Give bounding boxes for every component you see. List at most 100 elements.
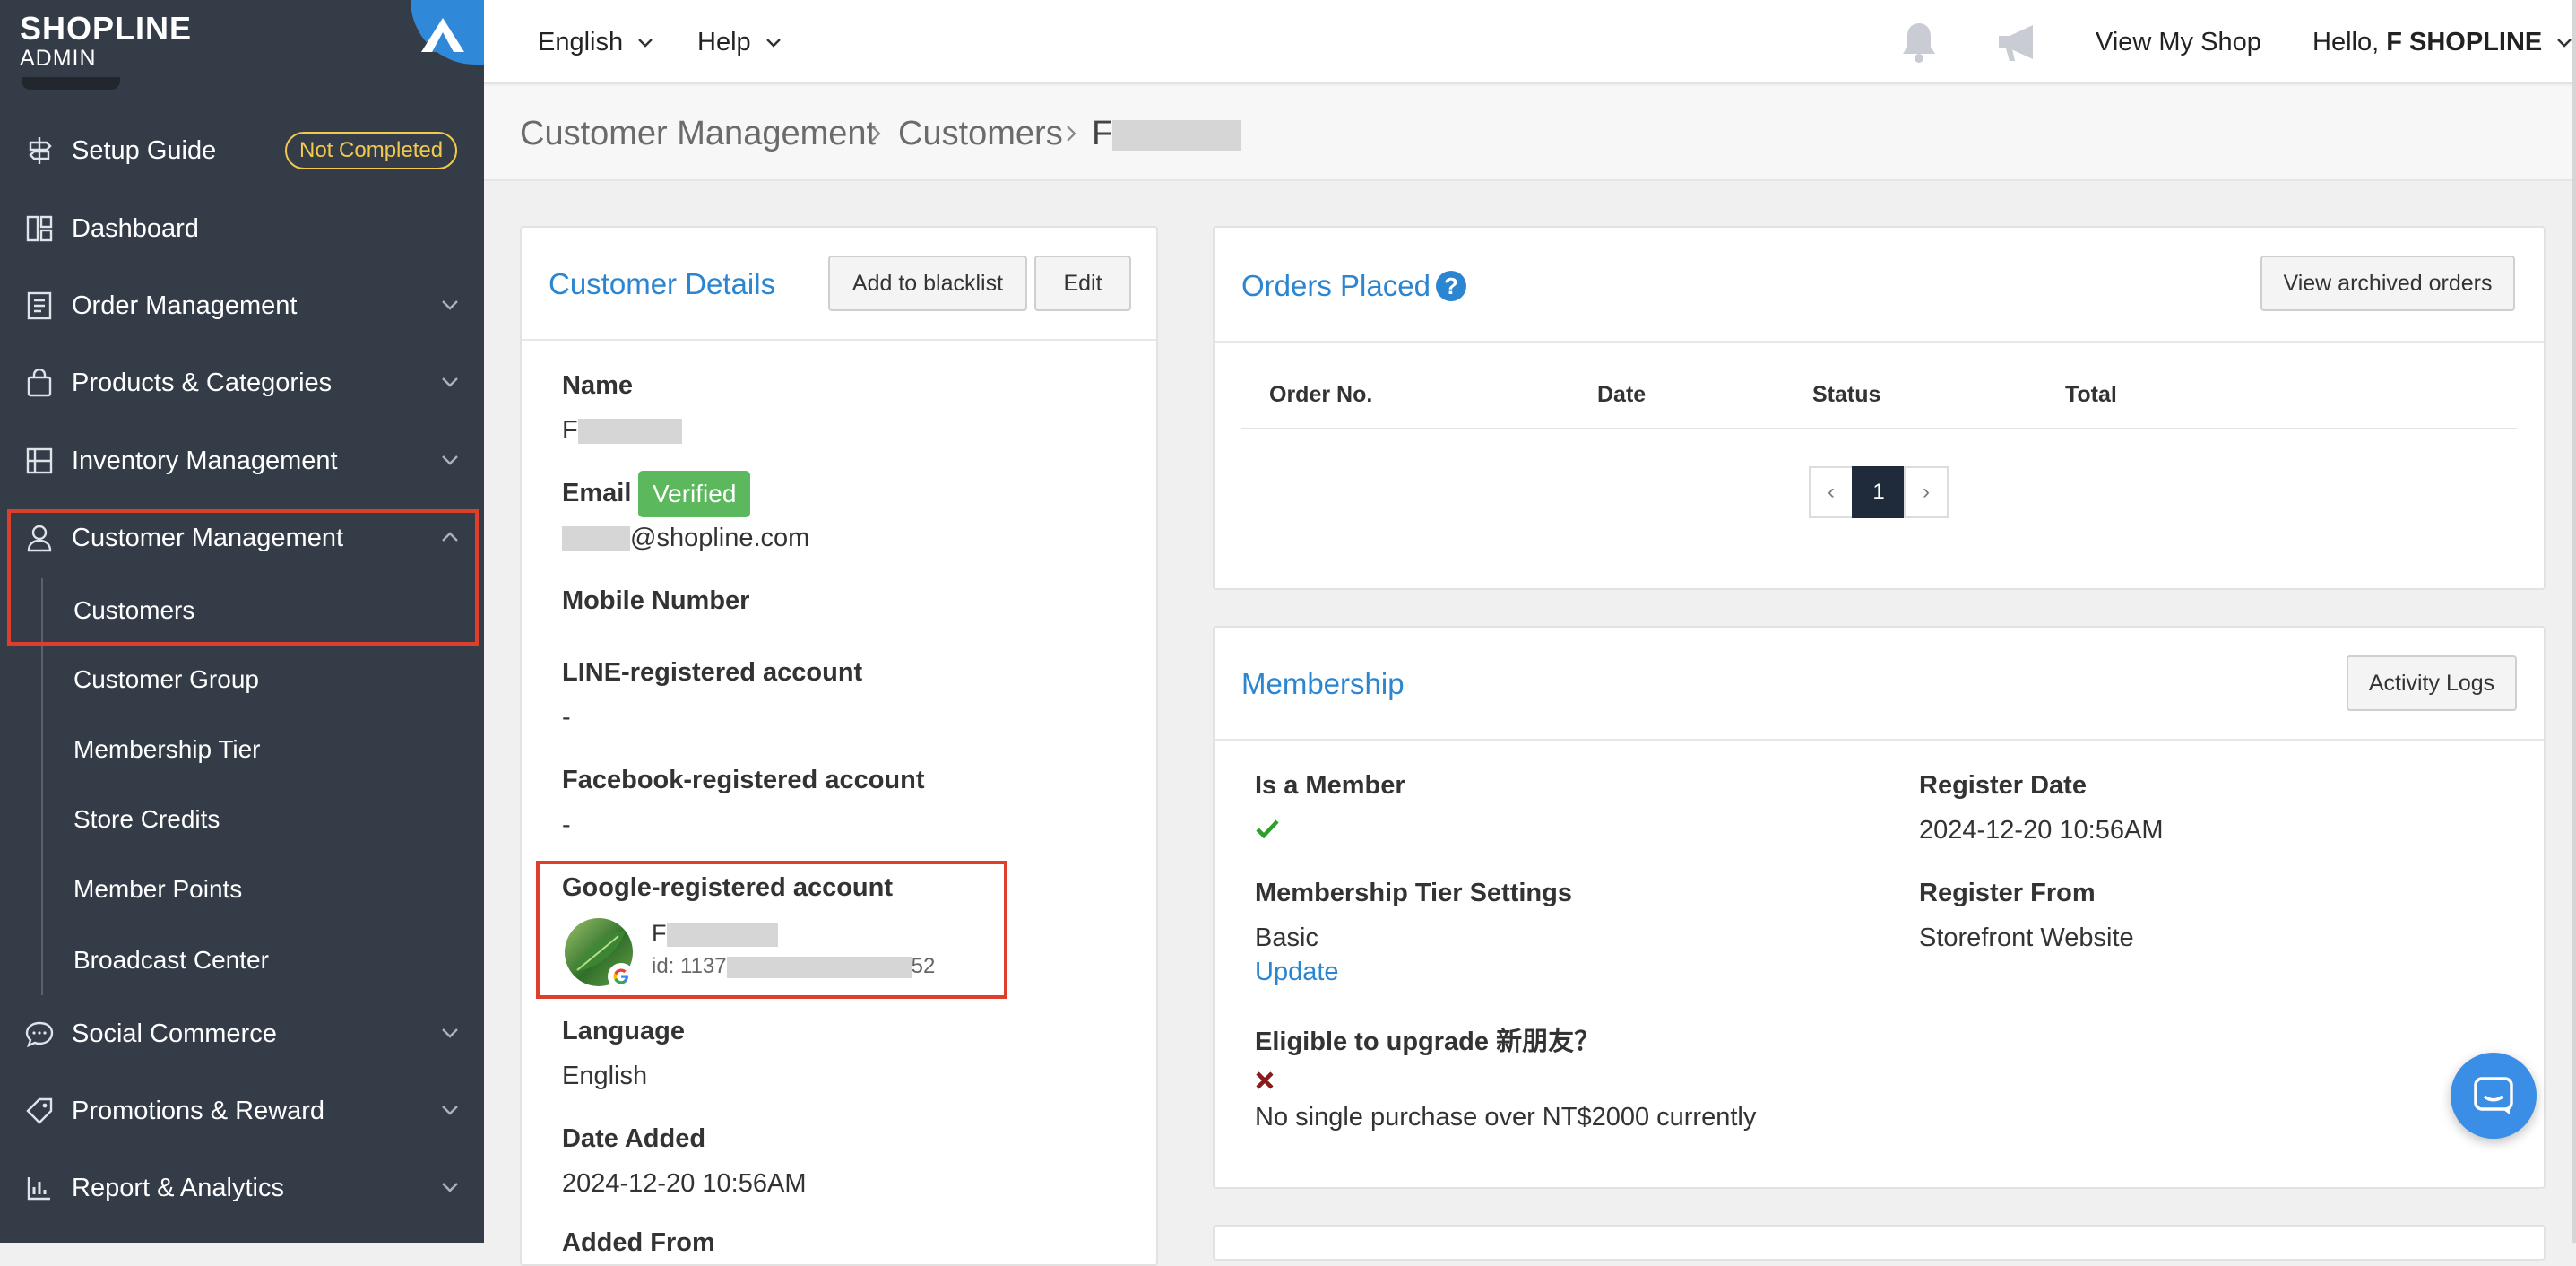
tag-icon [23, 1095, 56, 1127]
is-member-label: Is a Member [1255, 771, 1405, 800]
mobile-number-label: Mobile Number [562, 586, 750, 615]
membership-title: Membership [1241, 667, 1405, 700]
bell-icon[interactable] [1898, 20, 1940, 69]
chevron-right-icon [871, 126, 881, 142]
store-selector-edge [22, 77, 120, 90]
chevron-down-icon [2557, 39, 2572, 48]
sidebar-item-label: Dashboard [72, 213, 199, 243]
checkmark-icon [1256, 819, 1279, 839]
language-label: Language [562, 1017, 685, 1045]
redacted-text [562, 526, 630, 552]
inventory-icon [23, 445, 56, 477]
chevron-down-icon [442, 455, 458, 465]
sidebar-item-products[interactable]: Products & Categories [0, 351, 484, 414]
sidebar-item-label: Products & Categories [72, 368, 333, 397]
chevron-down-icon [765, 39, 781, 48]
cross-icon [1256, 1071, 1274, 1089]
sidebar-item-social-commerce[interactable]: Social Commerce [0, 1002, 484, 1065]
sidebar-subitem-customer-group[interactable]: Customer Group [73, 657, 259, 702]
shopping-bag-icon [23, 367, 56, 399]
sidebar-subitem-member-points[interactable]: Member Points [73, 867, 242, 912]
sidebar-item-setup-guide[interactable]: Setup Guide Not Completed [0, 119, 484, 182]
help-label: Help [697, 28, 751, 56]
brand-name: SHOPLINE [20, 10, 193, 47]
status-badge: Not Completed [285, 132, 458, 169]
add-to-blacklist-button[interactable]: Add to blacklist [828, 256, 1027, 311]
sidebar-item-promotions[interactable]: Promotions & Reward [0, 1080, 484, 1142]
chevron-down-icon [442, 1106, 458, 1115]
sidebar-item-label: Inventory Management [72, 446, 338, 475]
column-header-date[interactable]: Date [1597, 382, 1646, 408]
sidebar-item-dashboard[interactable]: Dashboard [0, 197, 484, 260]
column-header-order-no[interactable]: Order No. [1269, 382, 1372, 408]
date-added-label: Date Added [562, 1124, 706, 1153]
sidebar: SHOPLINE ADMIN Setup Guide Not Completed… [0, 0, 484, 1243]
column-header-status[interactable]: Status [1812, 382, 1880, 408]
eligible-upgrade-label: Eligible to upgrade 新朋友？ [1255, 1028, 1601, 1056]
sidebar-subitem-broadcast-center[interactable]: Broadcast Center [73, 938, 269, 983]
email-value: @shopline.com [562, 524, 809, 553]
window-edge [2572, 0, 2576, 1243]
sidebar-item-report-analytics[interactable]: Report & Analytics [0, 1157, 484, 1219]
chevron-right-icon [1067, 126, 1076, 142]
shopline-logo[interactable]: SHOPLINE ADMIN [20, 10, 193, 71]
activity-logs-button[interactable]: Activity Logs [2347, 655, 2517, 711]
user-menu[interactable]: Hello, F SHOPLINE [2312, 0, 2572, 84]
sidebar-subitem-store-credits[interactable]: Store Credits [73, 797, 220, 842]
chevron-down-icon [442, 1028, 458, 1038]
register-from-value: Storefront Website [1919, 923, 2134, 952]
column-header-total[interactable]: Total [2065, 382, 2117, 408]
language-dropdown[interactable]: English [538, 0, 653, 84]
added-from-label: Added From [562, 1228, 715, 1257]
help-dropdown[interactable]: Help [697, 0, 782, 84]
user-name: F SHOPLINE [2386, 28, 2543, 56]
greeting: Hello, [2312, 28, 2380, 56]
register-date-value: 2024-12-20 10:56AM [1919, 816, 2164, 845]
edit-button[interactable]: Edit [1034, 256, 1131, 311]
breadcrumb-customer-management[interactable]: Customer Management [520, 86, 876, 181]
signpost-icon [23, 134, 56, 167]
name-initial: F [562, 416, 578, 445]
top-navbar: English Help View My Shop Hello, F SHOPL… [484, 0, 2576, 84]
highlight-box-google-account [536, 861, 1007, 999]
bar-chart-icon [23, 1172, 56, 1204]
email-label: Email [562, 479, 632, 507]
pagination-next[interactable]: › [1904, 466, 1949, 518]
view-archived-orders-button[interactable]: View archived orders [2260, 256, 2515, 311]
sidebar-item-label: Social Commerce [72, 1019, 277, 1048]
orders-placed-label: Orders Placed [1241, 269, 1431, 302]
help-question-icon[interactable]: ? [1436, 271, 1466, 301]
breadcrumb-customers[interactable]: Customers [898, 86, 1063, 181]
pagination-page-1[interactable]: 1 [1852, 466, 1906, 518]
redacted-text [1112, 119, 1242, 151]
line-account-label: LINE-registered account [562, 658, 863, 687]
chat-bubble-icon [23, 1018, 56, 1050]
sidebar-item-label: Report & Analytics [72, 1173, 284, 1202]
panel-divider [1215, 341, 2544, 343]
facebook-account-label: Facebook-registered account [562, 766, 925, 794]
megaphone-icon[interactable] [1995, 22, 2044, 67]
brand-subtitle: ADMIN [20, 46, 97, 71]
sidebar-subitem-membership-tier[interactable]: Membership Tier [73, 727, 261, 772]
panel-divider [522, 339, 1156, 341]
update-tier-link[interactable]: Update [1255, 958, 1339, 987]
pagination-prev[interactable]: ‹ [1809, 466, 1854, 518]
sidebar-item-label: Promotions & Reward [72, 1096, 325, 1125]
sidebar-item-order-management[interactable]: Order Management [0, 274, 484, 337]
verified-badge: Verified [638, 471, 751, 517]
breadcrumb: Customer Management Customers F [484, 86, 2576, 181]
name-label: Name [562, 371, 633, 400]
view-my-shop-link[interactable]: View My Shop [2096, 0, 2261, 84]
dashboard-icon [23, 212, 56, 245]
app-switch-corner[interactable] [411, 0, 484, 65]
breadcrumb-current-customer: F [1092, 86, 1242, 181]
chevron-down-icon [442, 1183, 458, 1192]
customer-details-title: Customer Details [549, 267, 776, 300]
orders-placed-title: Orders Placed [1241, 269, 1431, 303]
sidebar-item-inventory[interactable]: Inventory Management [0, 429, 484, 492]
chevron-down-icon [638, 39, 653, 48]
language-label: English [538, 28, 624, 56]
live-chat-button[interactable] [2451, 1053, 2537, 1139]
customer-name-initial: F [1092, 115, 1113, 152]
chevron-down-icon [442, 300, 458, 310]
